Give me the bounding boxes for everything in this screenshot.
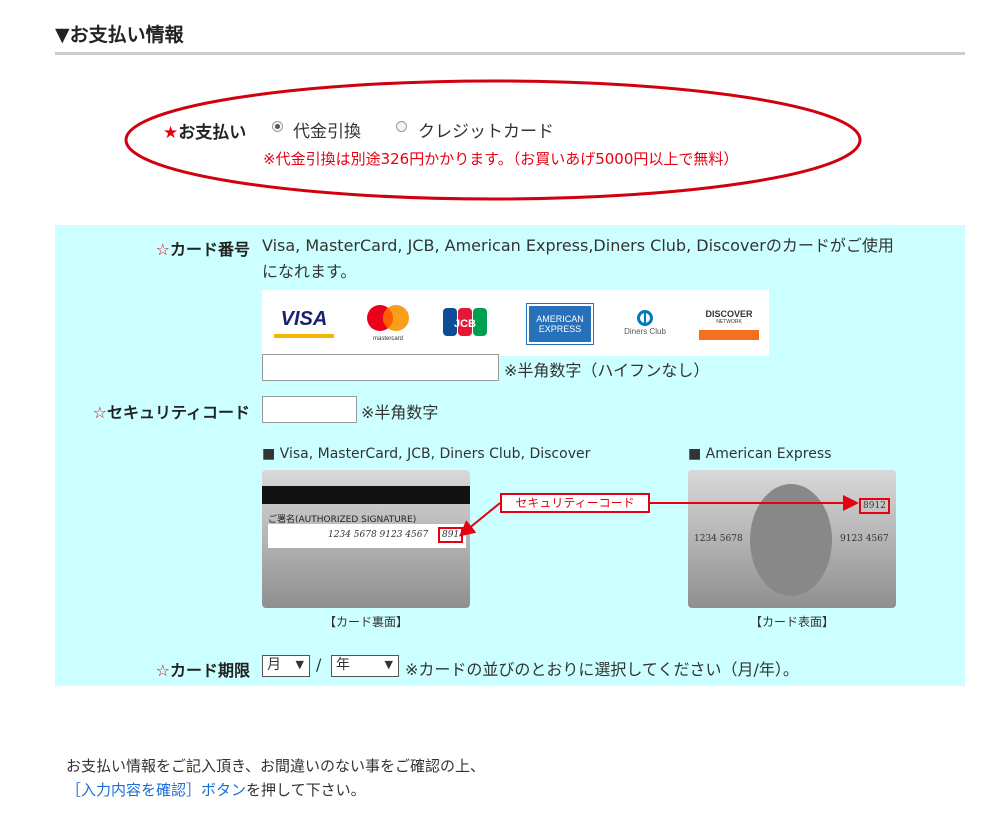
expiry-separator: / — [316, 655, 322, 674]
confirm-button-link[interactable]: ［入力内容を確認］ボタン — [66, 781, 246, 799]
visa-logo: VISA — [274, 304, 334, 338]
card-emblem — [750, 484, 832, 596]
payment-label: ★お支払い — [163, 123, 247, 143]
card-front-caption: 【カード表面】 — [749, 615, 834, 629]
required-star: ★ — [163, 123, 179, 143]
jcb-logo: JCB — [442, 304, 488, 340]
discover-logo: DISCOVER NETWORK — [699, 304, 759, 340]
svg-text:mastercard: mastercard — [373, 336, 403, 342]
card-brands-text: Visa, MasterCard, JCB, American Express,… — [262, 236, 894, 281]
diners-club-logo: Diners Club — [614, 304, 676, 340]
cod-fee-note: ※代金引換は別途326円かかります。（お買いあげ5000円以上で無料） — [263, 150, 739, 168]
card-number-label: ☆カード番号 — [155, 240, 250, 259]
amex-logo: AMERICAN EXPRESS — [527, 304, 593, 344]
radio-cod[interactable] — [272, 121, 283, 132]
radio-cod-label[interactable]: 代金引換 — [293, 117, 361, 142]
back-security-code: 891 — [438, 527, 464, 543]
mastercard-logo: mastercard — [362, 304, 414, 342]
card-logos: VISA mastercard JCB AMERICAN EXPRESS Dine… — [262, 290, 769, 356]
front-card-caption: ■ American Express — [688, 446, 832, 462]
card-back-illustration: ご署名(AUTHORIZED SIGNATURE) 1234 5678 9123… — [262, 470, 470, 608]
front-security-code: 8912 — [859, 498, 890, 514]
card-back-caption: 【カード裏面】 — [323, 615, 408, 629]
section-divider — [55, 52, 965, 55]
security-code-callout: セキュリティーコード — [500, 493, 650, 513]
card-number-hint: ※半角数字（ハイフンなし） — [504, 361, 710, 380]
back-card-caption: ■ Visa, MasterCard, JCB, Diners Club, Di… — [262, 446, 591, 462]
footer-instruction-2: ［入力内容を確認］ボタンを押して下さい。 — [66, 781, 366, 799]
section-title: ▼お支払い情報 — [55, 24, 184, 46]
signature-strip: 1234 5678 9123 4567 891 — [268, 524, 466, 548]
radio-credit-card[interactable] — [396, 121, 407, 132]
card-front-illustration: 8912 1234 5678 9123 4567 — [688, 470, 896, 608]
footer-instruction: お支払い情報をご記入頂き、お間違いのない事をご確認の上、 — [66, 757, 485, 775]
expiry-label: ☆カード期限 — [155, 661, 250, 680]
magnetic-stripe — [262, 486, 470, 504]
expiry-hint: ※カードの並びのとおりに選択してください（月/年）。 — [405, 660, 799, 679]
security-code-hint: ※半角数字 — [361, 403, 439, 422]
svg-text:JCB: JCB — [454, 318, 476, 330]
expiry-month-select[interactable]: 月 ▼ — [262, 655, 310, 677]
card-number-input[interactable] — [262, 354, 499, 381]
radio-credit-card-label[interactable]: クレジットカード — [418, 117, 554, 142]
expiry-year-select[interactable]: 年 ▼ — [331, 655, 399, 677]
chevron-down-icon: ▼ — [384, 658, 393, 671]
security-code-label: ☆セキュリティコード — [92, 403, 250, 422]
chevron-down-icon: ▼ — [295, 658, 304, 671]
security-code-input[interactable] — [262, 396, 357, 423]
